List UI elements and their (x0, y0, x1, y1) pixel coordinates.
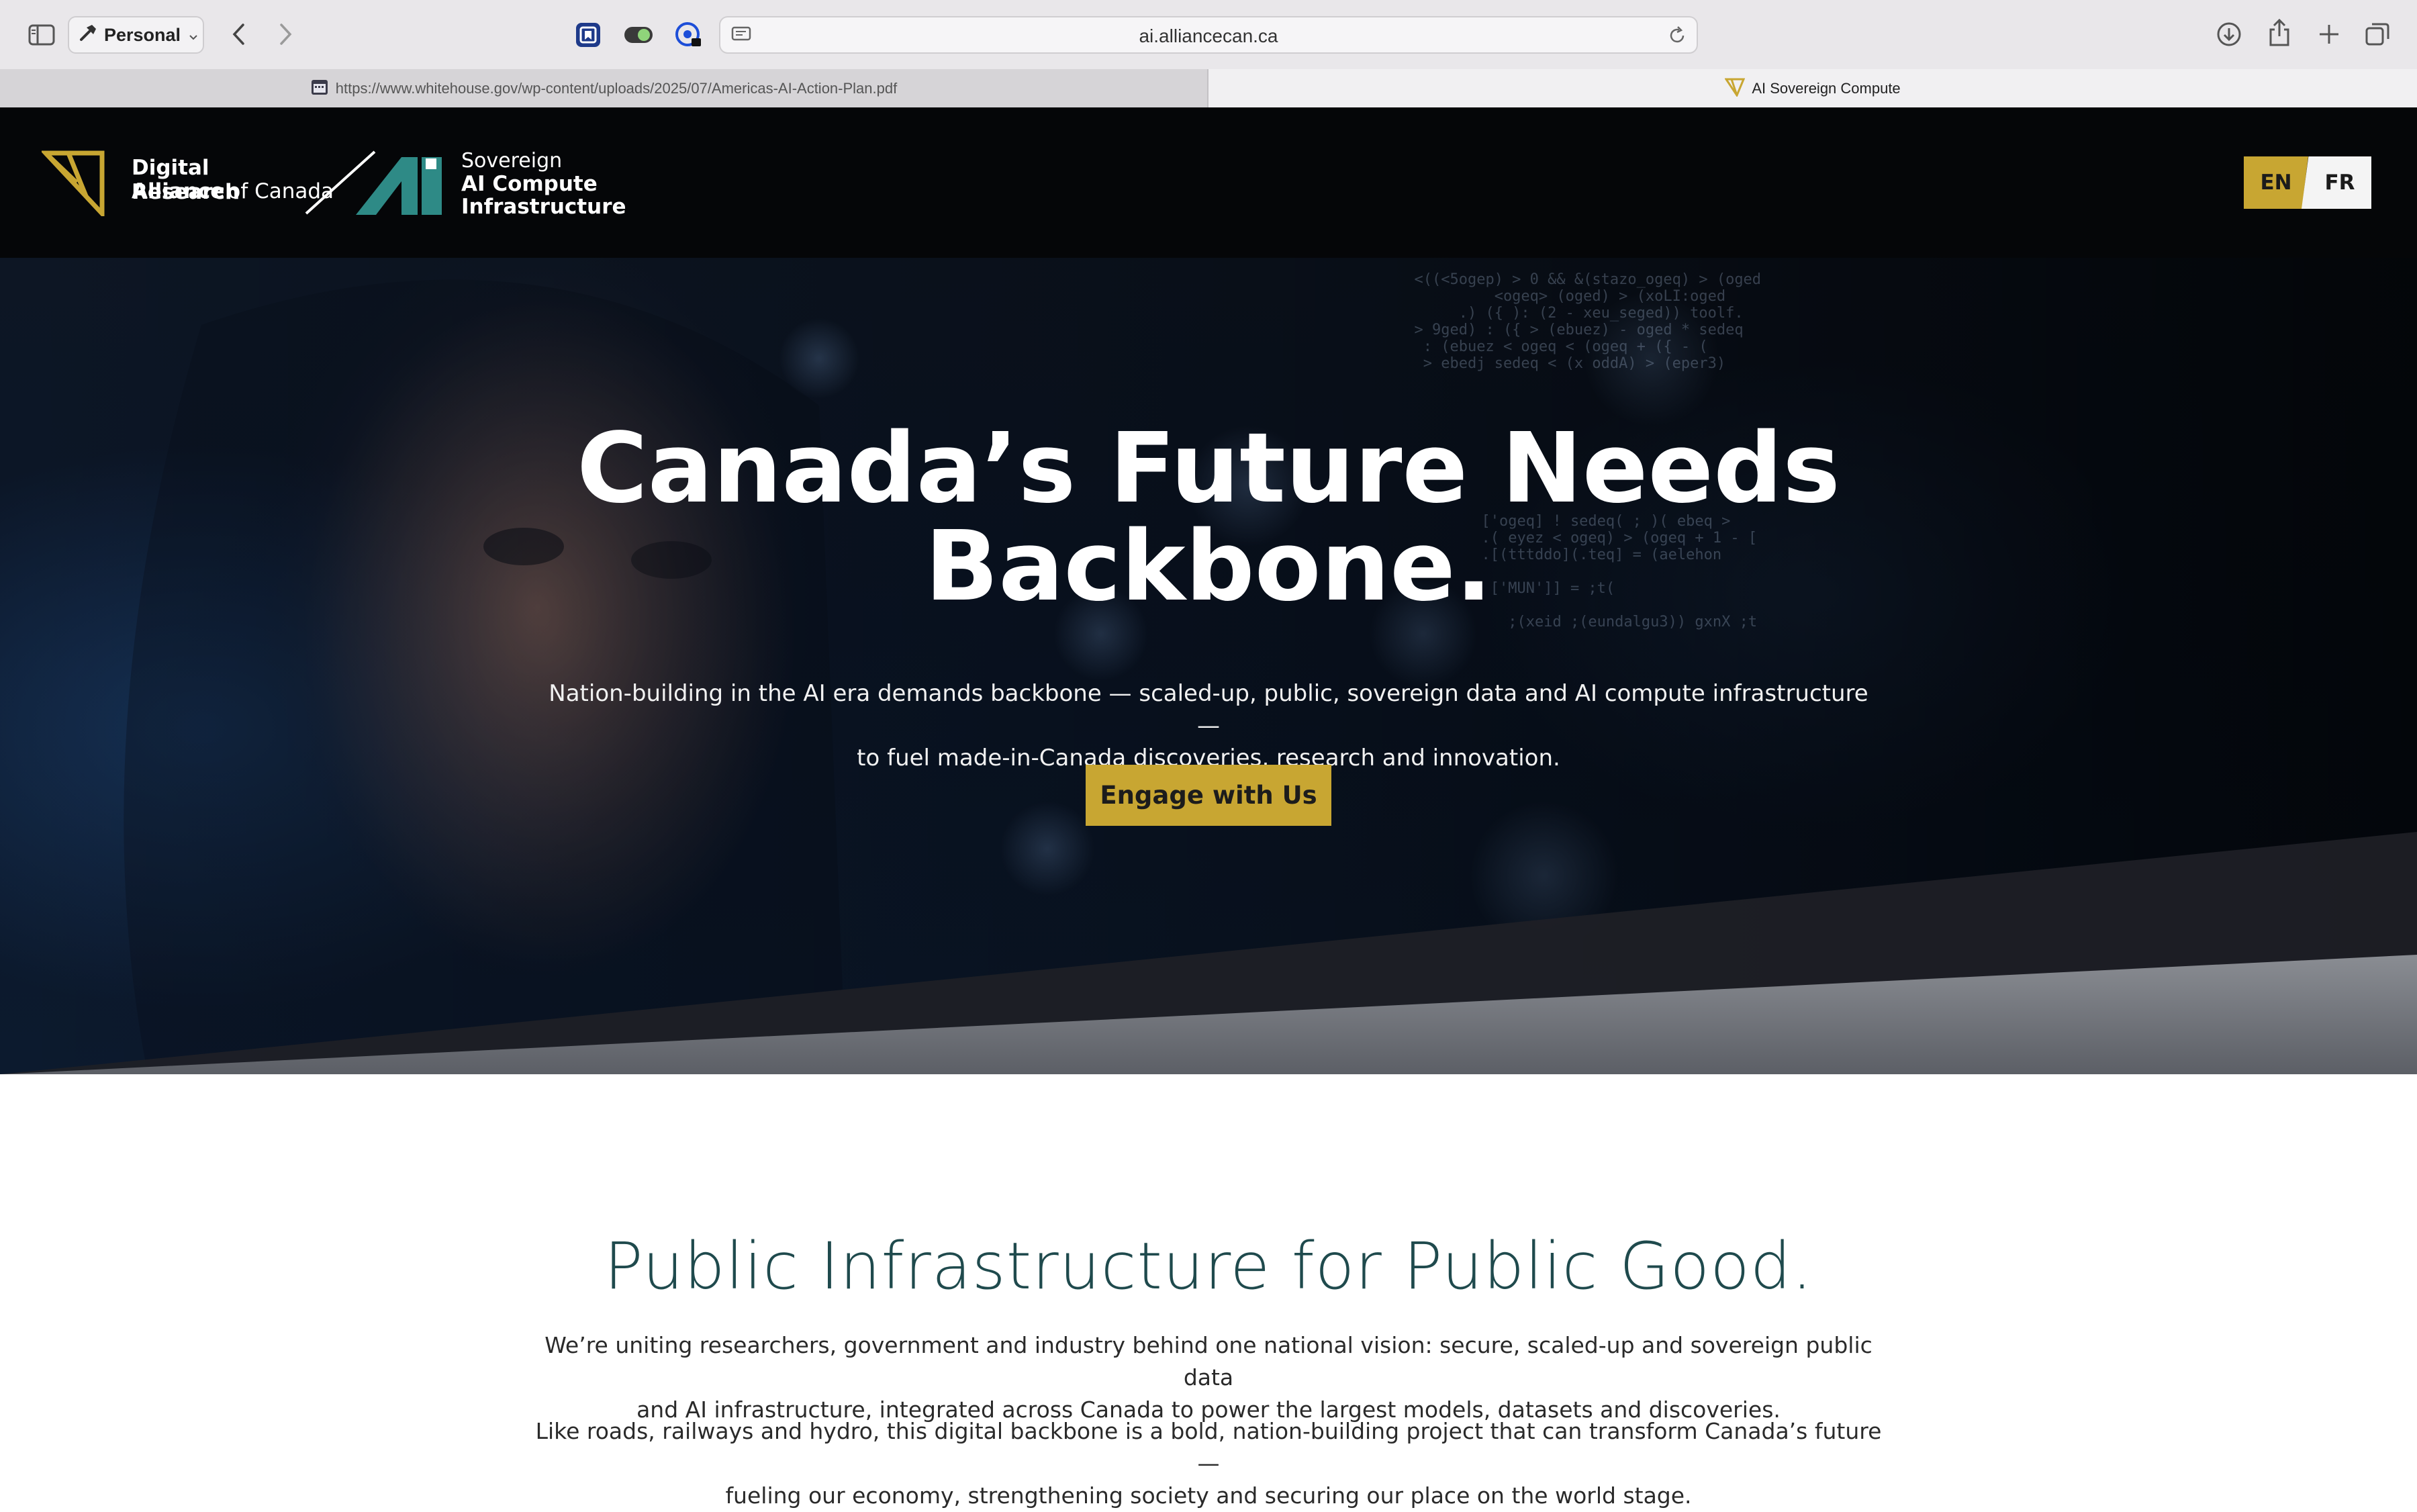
calendar-icon (310, 77, 329, 100)
backbone-paragraph-line1: Like roads, railways and hydro, this dig… (535, 1418, 1882, 1476)
tab-ai-sovereign-compute[interactable]: AI Sovereign Compute (1208, 69, 2417, 107)
address-text: ai.alliancecan.ca (1139, 26, 1278, 46)
hero-background-art (0, 258, 2417, 1074)
toggle-extension-icon[interactable] (621, 20, 656, 50)
reload-icon[interactable] (1667, 26, 1687, 48)
tab-bar: https://www.whitehouse.gov/wp-content/up… (0, 69, 2417, 108)
hero-code-overlay: <((<5ogep) > 0 && &(stazo_ogeq) > (oged … (1414, 271, 1762, 372)
hero-subtitle-line1: Nation-building in the AI era demands ba… (549, 680, 1868, 739)
org-name-bold: Alliance (132, 179, 225, 203)
tab-overview-icon[interactable] (2362, 19, 2393, 50)
lang-fr-button[interactable]: FR (2302, 156, 2371, 209)
hero-title-line2: Backbone. (925, 510, 1492, 622)
bookmark-extension-icon[interactable] (573, 20, 603, 50)
backbone-paragraph-line2: fueling our economy, strengthening socie… (725, 1482, 1692, 1509)
back-icon[interactable] (226, 19, 252, 50)
alliance-logo[interactable]: Digital Research Alliance of Canada (40, 148, 334, 222)
address-bar[interactable]: ai.alliancecan.ca (719, 16, 1698, 54)
profile-button[interactable]: Personal (68, 16, 204, 54)
alliance-favicon-icon (1724, 77, 1746, 101)
language-switcher: EN FR (2244, 156, 2371, 209)
hero-title-line1: Canada’s Future Needs (577, 412, 1840, 524)
downloads-icon[interactable] (2214, 19, 2244, 50)
engage-with-us-button[interactable]: Engage with Us (1086, 765, 1331, 826)
forward-icon[interactable] (272, 19, 299, 50)
intro-paragraph: We’re uniting researchers, government an… (524, 1329, 1893, 1426)
site-header: Digital Research Alliance of Canada Sove… (0, 107, 2417, 258)
alliance-mark-icon (42, 150, 105, 216)
hero-title: Canada’s Future Needs Backbone. (0, 419, 2417, 615)
sovereign-ai-mark-icon (356, 157, 442, 215)
program-line1: Sovereign (461, 149, 563, 173)
share-icon[interactable] (2264, 16, 2295, 50)
browser-toolbar: Personal ai.alliancecan.ca (0, 0, 2417, 70)
hero-subtitle: Nation-building in the AI era demands ba… (537, 677, 1880, 774)
new-tab-icon[interactable] (2314, 19, 2344, 50)
program-line3: Infrastructure (461, 195, 626, 219)
lang-en-button[interactable]: EN (2244, 156, 2308, 209)
chevron-down-icon (189, 25, 198, 46)
tab-label: AI Sovereign Compute (1752, 79, 1901, 97)
tab-whitehouse-pdf[interactable]: https://www.whitehouse.gov/wp-content/up… (0, 69, 1208, 107)
profile-label: Personal (104, 24, 181, 45)
sidebar-toggle-icon[interactable] (26, 20, 58, 50)
hero-section: <((<5ogep) > 0 && &(stazo_ogeq) > (oged … (0, 258, 2417, 1074)
program-line2: AI Compute (461, 172, 598, 196)
privacy-extension-icon[interactable] (672, 19, 704, 51)
section-title: Public Infrastructure for Public Good. (604, 1229, 1813, 1304)
hammer-icon (79, 23, 97, 47)
intro-paragraph-line1: We’re uniting researchers, government an… (544, 1332, 1873, 1390)
backbone-paragraph: Like roads, railways and hydro, this dig… (524, 1415, 1893, 1512)
tab-label: https://www.whitehouse.gov/wp-content/up… (335, 79, 898, 97)
